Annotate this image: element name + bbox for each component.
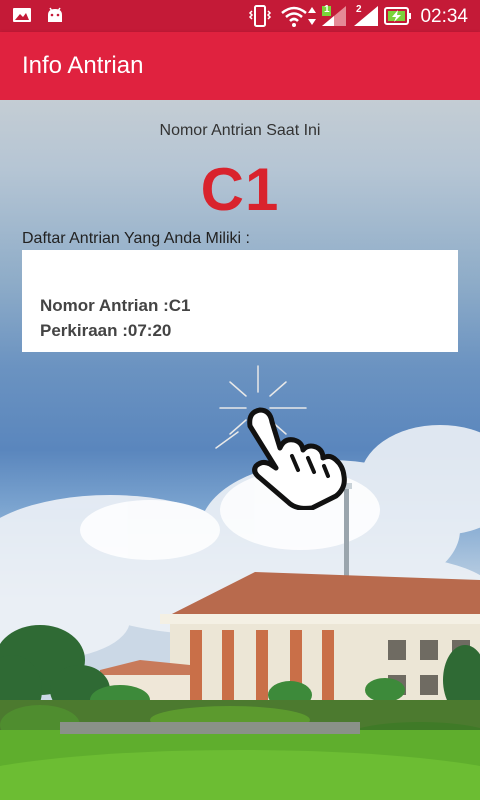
app-title: Info Antrian xyxy=(22,52,144,79)
app-bar: Info Antrian xyxy=(0,32,480,100)
vibrate-icon xyxy=(248,5,272,32)
gallery-icon xyxy=(12,7,32,28)
wifi-icon xyxy=(280,5,308,32)
ticket-estimate: Perkiraan :07:20 xyxy=(40,321,172,340)
tap-hand-icon xyxy=(215,365,347,510)
clock: 02:34 xyxy=(420,6,468,27)
sim2-label: 2 xyxy=(356,4,362,15)
data-arrows-icon xyxy=(308,7,316,30)
battery-charging-icon xyxy=(384,6,412,31)
current-queue-label: Nomor Antrian Saat Ini xyxy=(159,122,321,139)
current-queue-number: C1 xyxy=(200,156,280,223)
sim1-label: 1 xyxy=(324,4,330,15)
queue-ticket-card[interactable]: Nomor Antrian :C1 Perkiraan :07:20 xyxy=(22,250,458,352)
status-bar: 1 2 02:34 xyxy=(0,0,480,32)
queue-screen[interactable]: Nomor Antrian Saat Ini C1 Daftar Antrian… xyxy=(0,100,480,800)
ticket-number: Nomor Antrian :C1 xyxy=(40,296,191,315)
android-icon xyxy=(46,7,64,28)
my-queue-list-label: Daftar Antrian Yang Anda Miliki : xyxy=(22,230,250,247)
